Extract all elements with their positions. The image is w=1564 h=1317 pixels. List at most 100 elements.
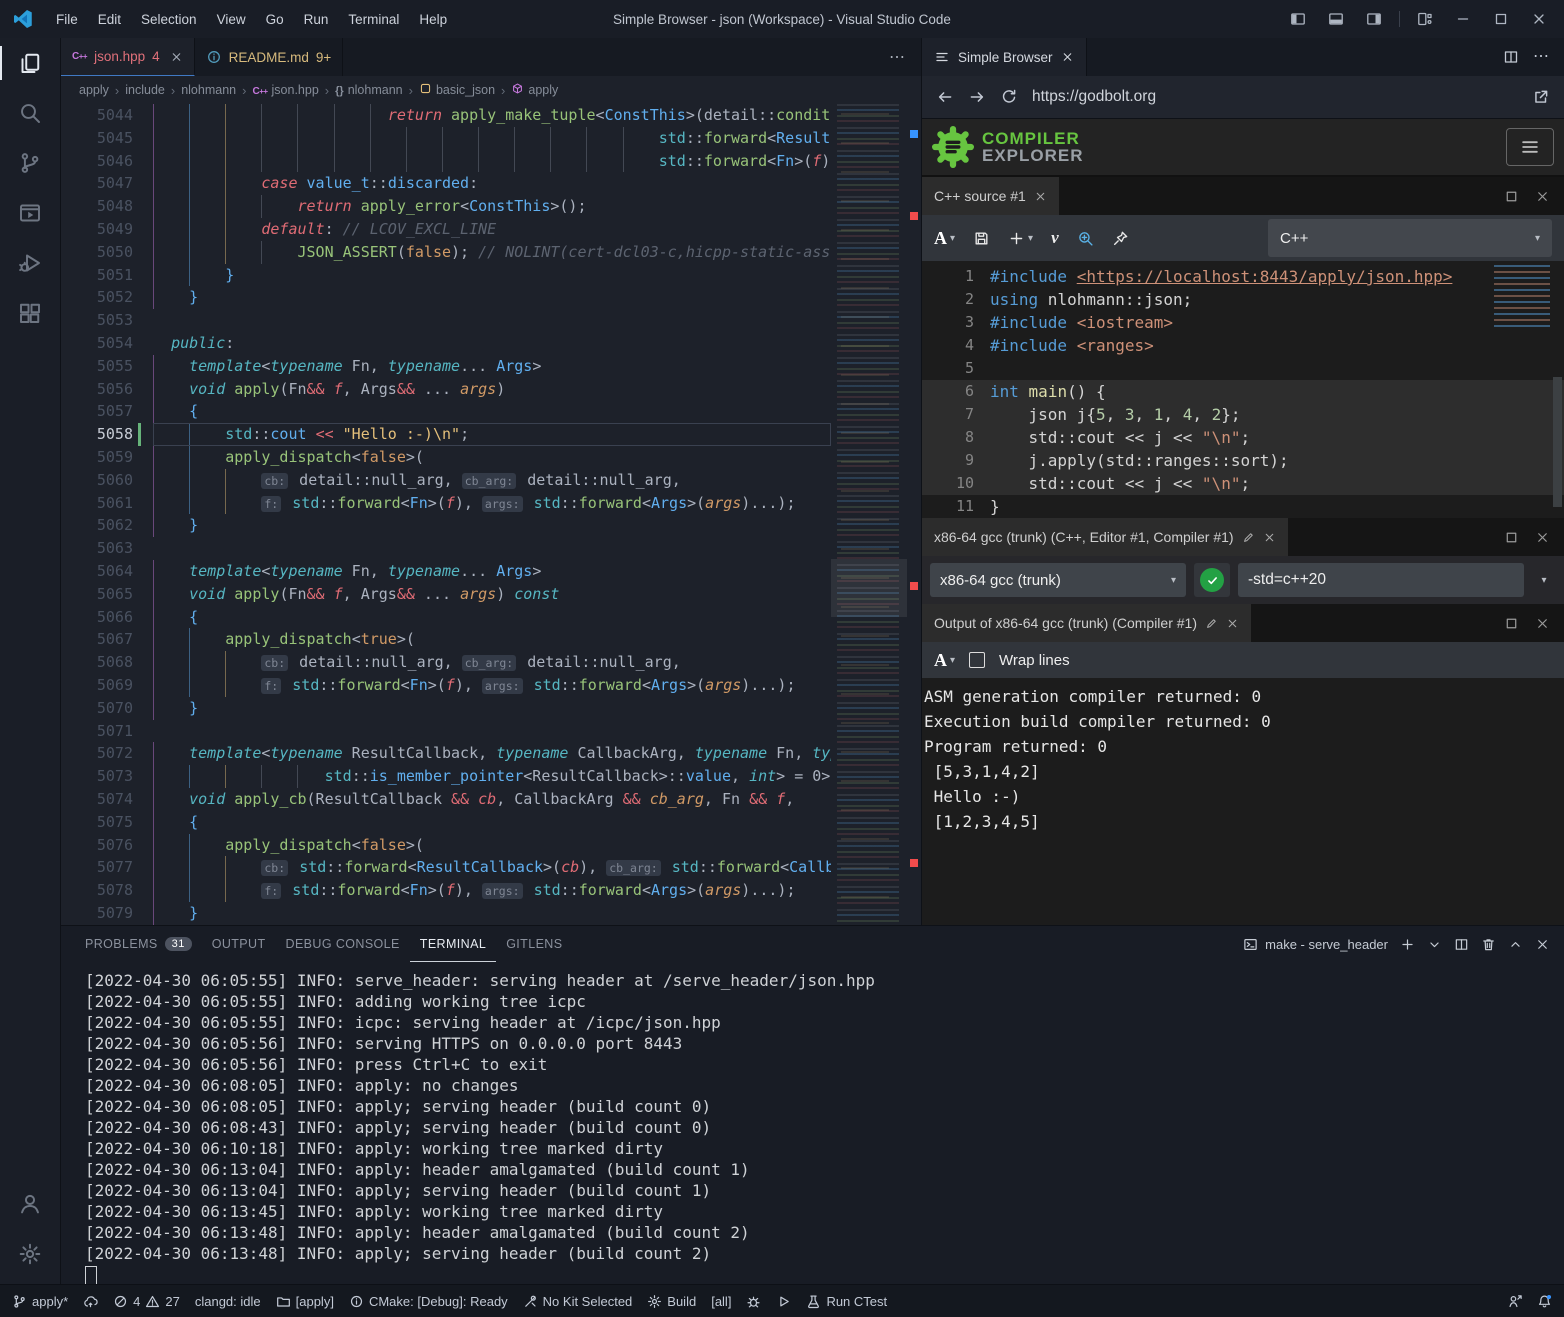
code-line[interactable]: 5057 {	[61, 400, 921, 423]
code-line[interactable]: 5072 template<typename ResultCallback, t…	[61, 742, 921, 765]
code-line[interactable]: 5058 std::cout << "Hello :-)\n";	[61, 423, 921, 446]
breadcrumb-item[interactable]: nlohmann	[181, 83, 236, 97]
toggle-sidebar-icon[interactable]	[1281, 1, 1315, 37]
activity-extensions[interactable]	[0, 288, 60, 338]
code-line[interactable]: 5059 apply_dispatch<false>(	[61, 446, 921, 469]
code-line[interactable]: 5061 f: std::forward<Fn>(f), args: std::…	[61, 492, 921, 515]
maximize-pane-icon[interactable]	[1504, 530, 1519, 545]
code-line[interactable]: 5049 default: // LCOV_EXCL_LINE	[61, 218, 921, 241]
forward-icon[interactable]	[968, 88, 986, 106]
code-line[interactable]: 5046 std::forward<Fn>(f),	[61, 150, 921, 173]
panel-tab-problems[interactable]: PROBLEMS31	[75, 926, 202, 962]
code-line[interactable]: 5066 {	[61, 606, 921, 629]
code-line[interactable]: 5062 }	[61, 514, 921, 537]
source-line[interactable]: 3#include <iostream>	[922, 311, 1564, 334]
panel-tab-gitlens[interactable]: GITLENS	[496, 926, 572, 962]
code-line[interactable]: 5048 return apply_error<ConstThis>();	[61, 195, 921, 218]
menu-run[interactable]: Run	[294, 1, 339, 38]
code-line[interactable]: 5078 f: std::forward<Fn>(f), args: std::…	[61, 879, 921, 902]
code-line[interactable]: 5070 }	[61, 697, 921, 720]
reload-icon[interactable]	[1000, 88, 1018, 106]
compiler-options-input[interactable]: -std=c++20	[1238, 563, 1524, 597]
panel-tab-output[interactable]: OUTPUT	[202, 926, 276, 962]
menu-go[interactable]: Go	[256, 1, 294, 38]
source-line[interactable]: 5	[922, 357, 1564, 380]
status-debug-button[interactable]	[746, 1294, 761, 1309]
code-line[interactable]: 5068 cb: detail::null_arg, cb_arg: detai…	[61, 651, 921, 674]
close-pane-icon[interactable]	[1535, 189, 1550, 204]
tab-cpp-source[interactable]: C++ source #1	[922, 177, 1059, 215]
customize-layout-icon[interactable]	[1408, 1, 1442, 37]
vim-mode-button[interactable]: v	[1051, 228, 1059, 248]
close-panel-icon[interactable]	[1535, 937, 1550, 952]
source-line[interactable]: 10 std::cout << j << "\n";	[922, 472, 1564, 495]
status-ctest[interactable]: Run CTest	[806, 1294, 887, 1309]
status-notifications[interactable]	[1537, 1294, 1552, 1309]
panel-tab-terminal[interactable]: TERMINAL	[410, 926, 496, 962]
status-project-folder[interactable]: [apply]	[276, 1294, 334, 1309]
activity-explorer[interactable]	[0, 38, 60, 88]
status-clangd-status[interactable]: clangd: idle	[195, 1294, 261, 1309]
breadcrumb-item[interactable]: {}nlohmann	[335, 83, 402, 97]
code-line[interactable]: 5075 {	[61, 811, 921, 834]
code-line[interactable]: 5055 template<typename Fn, typename... A…	[61, 355, 921, 378]
breadcrumb-item[interactable]: apply	[79, 83, 109, 97]
back-icon[interactable]	[936, 88, 954, 106]
tab-simple-browser[interactable]: Simple Browser	[922, 38, 1087, 76]
code-line[interactable]: 5050 JSON_ASSERT(false); // NOLINT(cert-…	[61, 241, 921, 264]
activity-run-debug[interactable]	[0, 238, 60, 288]
more-actions-icon[interactable]: ⋯	[1533, 49, 1550, 65]
breadcrumb-item[interactable]: apply	[511, 82, 558, 98]
menu-edit[interactable]: Edit	[88, 1, 131, 38]
activity-search[interactable]	[0, 88, 60, 138]
source-line[interactable]: 9 j.apply(std::ranges::sort);	[922, 449, 1564, 472]
breadcrumb-item[interactable]: C++json.hpp	[252, 83, 318, 97]
source-line[interactable]: 11}	[922, 495, 1564, 518]
edit-title-icon[interactable]	[1242, 531, 1255, 544]
editor-actions-icon[interactable]: ⋯	[875, 38, 921, 76]
code-line[interactable]: 5063	[61, 537, 921, 560]
breadcrumb-item[interactable]: include	[125, 83, 165, 97]
menu-selection[interactable]: Selection	[131, 1, 207, 38]
options-dropdown-icon[interactable]: ▾	[1532, 575, 1556, 586]
code-line[interactable]: 5053	[61, 309, 921, 332]
minimap[interactable]	[831, 104, 907, 925]
language-select[interactable]: C++ ▾	[1268, 219, 1552, 257]
source-line[interactable]: 6int main() {	[922, 380, 1564, 403]
tab-compiler[interactable]: x86-64 gcc (trunk) (C++, Editor #1, Comp…	[922, 518, 1288, 556]
terminal[interactable]: [2022-04-30 06:05:55] INFO: serve_header…	[61, 962, 1564, 1285]
status-feedback[interactable]	[1508, 1294, 1523, 1309]
kill-terminal-icon[interactable]	[1481, 937, 1496, 952]
close-tab-icon[interactable]	[1263, 531, 1276, 544]
code-line[interactable]: 5065 void apply(Fn&& f, Args&& ... args)…	[61, 583, 921, 606]
menu-view[interactable]: View	[207, 1, 256, 38]
add-pane-button[interactable]: ▾	[1008, 230, 1033, 247]
maximize-icon[interactable]	[1484, 1, 1518, 37]
close-tab-icon[interactable]	[170, 49, 183, 65]
status-kit-selection[interactable]: No Kit Selected	[523, 1294, 633, 1309]
terminal-dropdown-icon[interactable]	[1427, 937, 1442, 952]
minimap-slider[interactable]	[831, 559, 907, 617]
code-line[interactable]: 5056 void apply(Fn&& f, Args&& ... args)	[61, 378, 921, 401]
code-line[interactable]: 5064 template<typename Fn, typename... A…	[61, 560, 921, 583]
source-line[interactable]: 1#include <https://localhost:8443/apply/…	[922, 265, 1564, 288]
split-editor-icon[interactable]	[1503, 49, 1519, 65]
edit-title-icon[interactable]	[1205, 617, 1218, 630]
godbolt-source-editor[interactable]: 1#include <https://localhost:8443/apply/…	[922, 261, 1564, 518]
activity-accounts[interactable]	[0, 1179, 60, 1229]
status-cmake-status[interactable]: CMake: [Debug]: Ready	[349, 1294, 508, 1309]
menu-terminal[interactable]: Terminal	[338, 1, 409, 38]
code-line[interactable]: 5079 }	[61, 902, 921, 925]
source-line[interactable]: 2using nlohmann::json;	[922, 288, 1564, 311]
pin-icon[interactable]	[1112, 230, 1129, 247]
font-size-button[interactable]: A▾	[934, 228, 955, 249]
breadcrumb-item[interactable]: basic_json	[419, 82, 495, 98]
code-line[interactable]: 5073 std::is_member_pointer<ResultCallba…	[61, 765, 921, 788]
close-tab-icon[interactable]	[1226, 617, 1239, 630]
close-tab-icon[interactable]	[1034, 190, 1047, 203]
code-line[interactable]: 5077 cb: std::forward<ResultCallback>(cb…	[61, 856, 921, 879]
terminal-instance[interactable]: make - serve_header	[1243, 937, 1388, 952]
close-tab-icon[interactable]	[1061, 49, 1074, 65]
source-line[interactable]: 8 std::cout << j << "\n";	[922, 426, 1564, 449]
code-line[interactable]: 5071	[61, 720, 921, 743]
